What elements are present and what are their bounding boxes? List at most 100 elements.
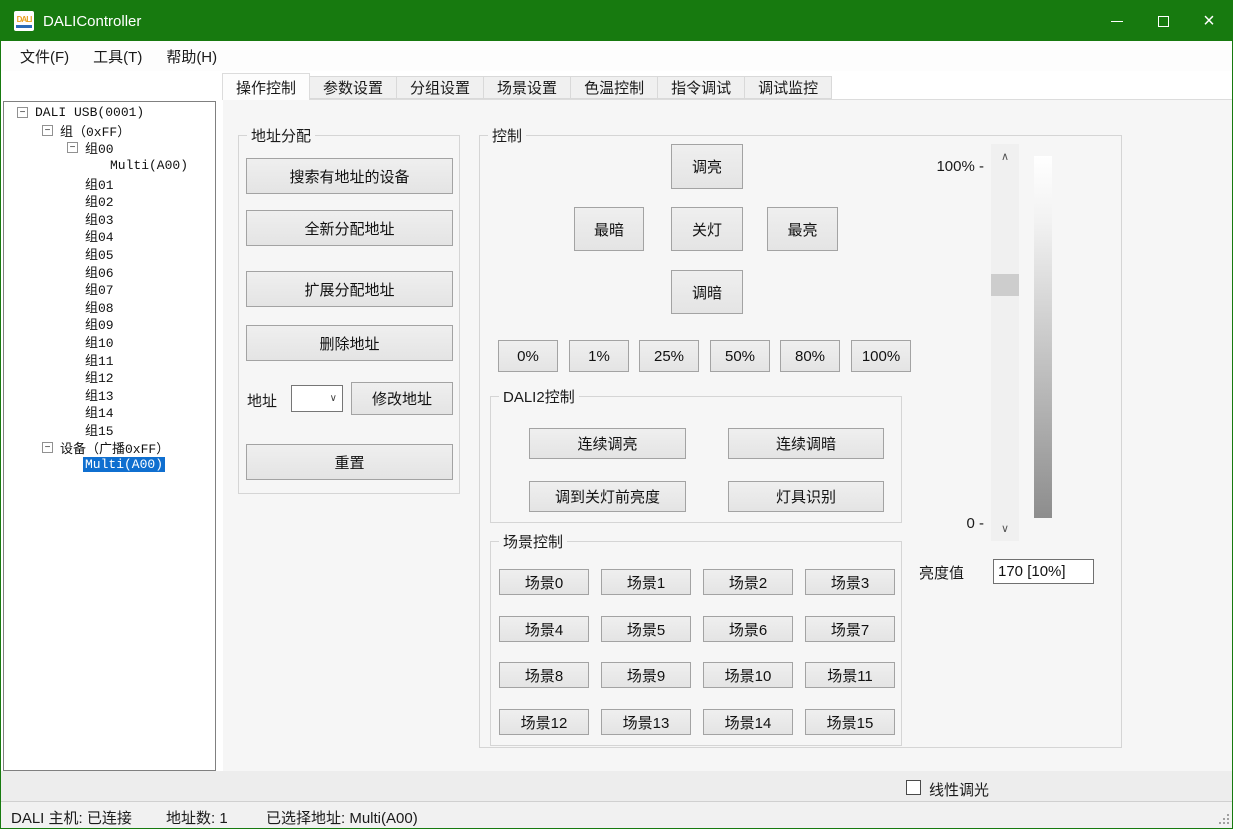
scene-3-button[interactable]: 场景3 [805,569,895,595]
scene-6-button[interactable]: 场景6 [703,616,793,642]
search-addressed-devices-button[interactable]: 搜索有地址的设备 [246,158,453,194]
menu-file[interactable]: 文件(F) [8,46,81,67]
minimize-icon [1111,21,1123,22]
minimize-button[interactable] [1094,1,1140,41]
address-allocation-title: 地址分配 [247,125,315,146]
assign-new-addresses-button[interactable]: 全新分配地址 [246,210,453,246]
scene-10-button[interactable]: 场景10 [703,662,793,688]
scene-13-button[interactable]: 场景13 [601,709,691,735]
modify-address-button[interactable]: 修改地址 [351,382,453,415]
collapse-icon[interactable]: − [42,442,53,453]
scene-control-title: 场景控制 [499,531,567,552]
footer-strip [1,771,1232,801]
scene-15-button[interactable]: 场景15 [805,709,895,735]
tree-item-group-15[interactable]: 组15 [4,421,215,439]
tab-color-temp-control[interactable]: 色温控制 [570,76,658,99]
tree-item-group-11[interactable]: 组11 [4,350,215,368]
scene-12-button[interactable]: 场景12 [499,709,589,735]
tab-parameter-settings[interactable]: 参数设置 [309,76,397,99]
address-label: 地址 [247,390,277,411]
tree-item-group-00[interactable]: − 组00 [4,139,215,157]
tree-item-group-07[interactable]: 组07 [4,280,215,298]
brightness-scrollbar[interactable]: ∧ ∨ [991,144,1019,541]
control-group-title: 控制 [488,125,526,146]
tree-item-device-broadcast[interactable]: − 设备（广播0xFF） [4,438,215,456]
lamp-identify-button[interactable]: 灯具识别 [728,481,884,512]
linear-dimming-label: 线性调光 [929,779,989,800]
tree-item-multi-a00-selected[interactable]: Multi(A00) [4,456,215,474]
app-icon-text: DALI [17,15,32,24]
tab-operation-control[interactable]: 操作控制 [222,73,310,100]
address-combobox[interactable]: ∨ [291,385,343,412]
extend-assign-addresses-button[interactable]: 扩展分配地址 [246,271,453,307]
scene-14-button[interactable]: 场景14 [703,709,793,735]
percent-50-button[interactable]: 50% [710,340,770,372]
linear-dimming-checkbox[interactable] [906,780,921,795]
tab-debug-monitor[interactable]: 调试监控 [744,76,832,99]
collapse-icon[interactable]: − [67,142,78,153]
scene-9-button[interactable]: 场景9 [601,662,691,688]
percent-100-button[interactable]: 100% [851,340,911,372]
scene-4-button[interactable]: 场景4 [499,616,589,642]
lamp-off-button[interactable]: 关灯 [671,207,743,251]
tree-item-dali-usb[interactable]: − DALI USB(0001) [4,104,215,122]
tree-item-group-03[interactable]: 组03 [4,210,215,228]
scene-5-button[interactable]: 场景5 [601,616,691,642]
percent-25-button[interactable]: 25% [639,340,699,372]
brightness-value-label: 亮度值 [919,562,964,583]
continuous-dim-button[interactable]: 连续调暗 [728,428,884,459]
status-selected-address: 已选择地址: Multi(A00) [266,807,418,828]
dimmest-button[interactable]: 最暗 [574,207,644,251]
close-icon: × [1203,11,1215,31]
recall-last-level-button[interactable]: 调到关灯前亮度 [529,481,686,512]
scene-1-button[interactable]: 场景1 [601,569,691,595]
scroll-down-icon[interactable]: ∨ [991,522,1019,535]
tree-item-group-05[interactable]: 组05 [4,245,215,263]
tree-item-group-root[interactable]: − 组（0xFF） [4,122,215,140]
brighten-button[interactable]: 调亮 [671,144,743,189]
tree-item-group-10[interactable]: 组10 [4,333,215,351]
brightest-button[interactable]: 最亮 [767,207,838,251]
title-bar: DALI DALIController × [1,1,1232,41]
menu-help[interactable]: 帮助(H) [154,46,229,67]
collapse-icon[interactable]: − [42,125,53,136]
status-host-connection: DALI 主机: 已连接 [11,807,132,828]
collapse-icon[interactable]: − [17,107,28,118]
app-window: DALI DALIController × 文件(F) 工具(T) 帮助(H) … [0,0,1233,829]
slider-top-label: 100% - [916,158,984,175]
tree-item-group-12[interactable]: 组12 [4,368,215,386]
dim-button[interactable]: 调暗 [671,270,743,314]
percent-0-button[interactable]: 0% [498,340,558,372]
chevron-down-icon: ∨ [330,393,337,404]
maximize-button[interactable] [1140,1,1186,41]
menu-tools[interactable]: 工具(T) [81,46,154,67]
scene-2-button[interactable]: 场景2 [703,569,793,595]
brightness-value-field[interactable]: 170 [10%] [993,559,1094,584]
tree-item-multi-a00-group[interactable]: Multi(A00) [4,157,215,175]
tab-scene-settings[interactable]: 场景设置 [483,76,571,99]
scene-11-button[interactable]: 场景11 [805,662,895,688]
tab-command-debug[interactable]: 指令调试 [657,76,745,99]
continuous-brighten-button[interactable]: 连续调亮 [529,428,686,459]
scrollbar-thumb[interactable] [991,274,1019,296]
percent-80-button[interactable]: 80% [780,340,840,372]
scroll-up-icon[interactable]: ∧ [991,150,1019,163]
tab-group-settings[interactable]: 分组设置 [396,76,484,99]
scene-0-button[interactable]: 场景0 [499,569,589,595]
resize-grip[interactable] [1219,822,1221,824]
delete-address-button[interactable]: 删除地址 [246,325,453,361]
tree-item-group-08[interactable]: 组08 [4,298,215,316]
tree-item-group-14[interactable]: 组14 [4,403,215,421]
tree-item-group-04[interactable]: 组04 [4,227,215,245]
tree-item-group-02[interactable]: 组02 [4,192,215,210]
scene-7-button[interactable]: 场景7 [805,616,895,642]
tree-item-group-09[interactable]: 组09 [4,315,215,333]
tree-item-group-01[interactable]: 组01 [4,174,215,192]
tree-item-group-13[interactable]: 组13 [4,386,215,404]
reset-button[interactable]: 重置 [246,444,453,480]
tree-item-group-06[interactable]: 组06 [4,262,215,280]
close-button[interactable]: × [1186,1,1232,41]
scene-8-button[interactable]: 场景8 [499,662,589,688]
percent-1-button[interactable]: 1% [569,340,629,372]
tab-bar: 操作控制 参数设置 分组设置 场景设置 色温控制 指令调试 调试监控 [223,73,832,99]
